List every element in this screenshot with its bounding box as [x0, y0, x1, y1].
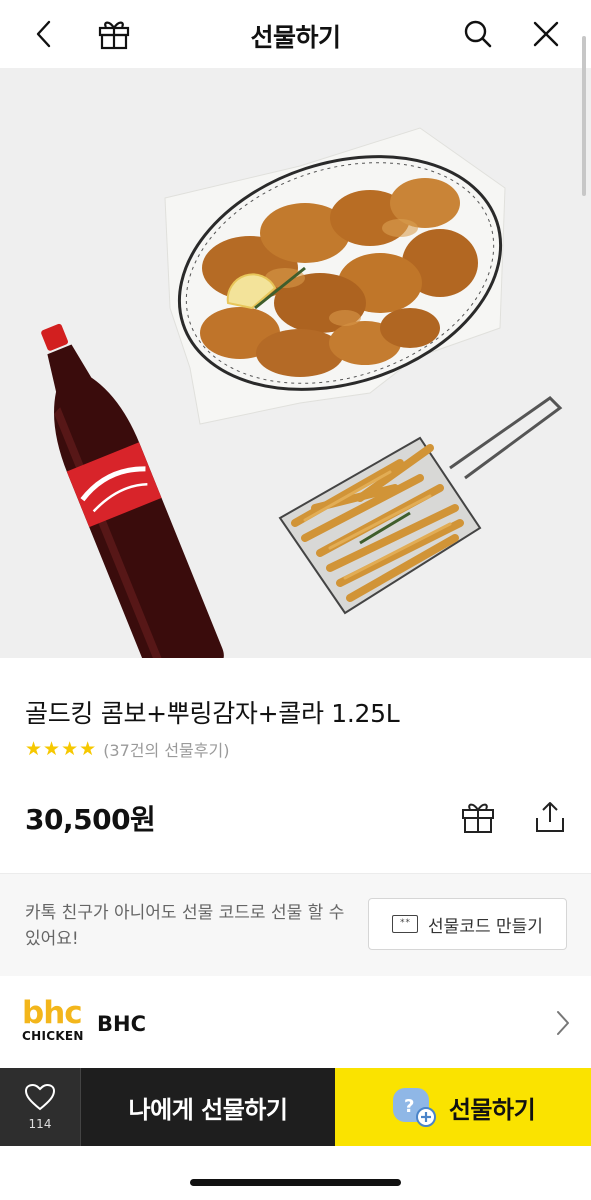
product-image[interactable]: [0, 68, 591, 658]
star-rating: ★ ★ ★ ★: [25, 738, 96, 760]
brand-logo-bottom: CHICKEN: [22, 1029, 84, 1043]
product-price: 30,500원: [25, 803, 156, 836]
scrollbar[interactable]: [582, 36, 586, 196]
brand-logo-top: bhc: [22, 995, 83, 1031]
create-gift-code-label: 선물코드 만들기: [428, 916, 543, 937]
gift-code-section: 카톡 친구가 아니어도 선물 코드로 선물 할 수 있어요! ** 선물코드 만…: [0, 874, 591, 976]
create-gift-code-button[interactable]: ** 선물코드 만들기: [368, 898, 567, 950]
rating-row[interactable]: ★ ★ ★ ★ (37건의 선물후기): [25, 738, 229, 760]
product-photo-illustration: [41, 127, 563, 658]
gift-friend-icon: ?: [392, 1088, 436, 1127]
share-icon: [536, 802, 564, 832]
heart-icon: [24, 1083, 56, 1111]
brand-logo: bhc CHICKEN: [22, 998, 84, 1052]
star-icon: ★: [43, 738, 61, 760]
like-button[interactable]: 114: [0, 1068, 81, 1146]
chicken-basket: [164, 127, 506, 425]
search-button[interactable]: [458, 14, 498, 54]
close-icon: [533, 21, 559, 47]
gift-button[interactable]: ? 선물하기: [335, 1068, 591, 1146]
gift-box-icon: [462, 803, 494, 833]
chevron-right-icon: [557, 1011, 569, 1035]
svg-text:?: ?: [404, 1096, 414, 1117]
gift-code-description: 카톡 친구가 아니어도 선물 코드로 선물 할 수 있어요!: [25, 903, 345, 949]
like-count: 114: [28, 1117, 52, 1131]
gift-button-label: 선물하기: [448, 1095, 536, 1124]
home-indicator[interactable]: [190, 1179, 401, 1186]
bottom-action-bar: 114 나에게 선물하기 ? 선물하기: [0, 1068, 591, 1146]
safe-area: [0, 1146, 591, 1200]
star-icon: ★: [79, 738, 97, 760]
brand-row[interactable]: bhc CHICKEN BHC: [0, 976, 591, 1068]
top-nav-bar: 선물하기: [0, 0, 591, 68]
fries-basket: [278, 396, 563, 615]
wishlist-gift-button[interactable]: [458, 798, 498, 836]
close-button[interactable]: [526, 14, 566, 54]
star-icon: ★: [25, 738, 43, 760]
review-count[interactable]: (37건의 선물후기): [103, 737, 229, 761]
share-button[interactable]: [530, 798, 570, 836]
page-title: 선물하기: [250, 23, 341, 52]
brand-name: BHC: [97, 1012, 146, 1036]
product-name: 골드킹 콤보+뿌링감자+콜라 1.25L: [25, 699, 400, 728]
star-icon: ★: [61, 738, 79, 760]
search-icon: [464, 20, 492, 48]
gift-to-self-button[interactable]: 나에게 선물하기: [81, 1068, 335, 1146]
code-card-icon: **: [392, 915, 419, 933]
